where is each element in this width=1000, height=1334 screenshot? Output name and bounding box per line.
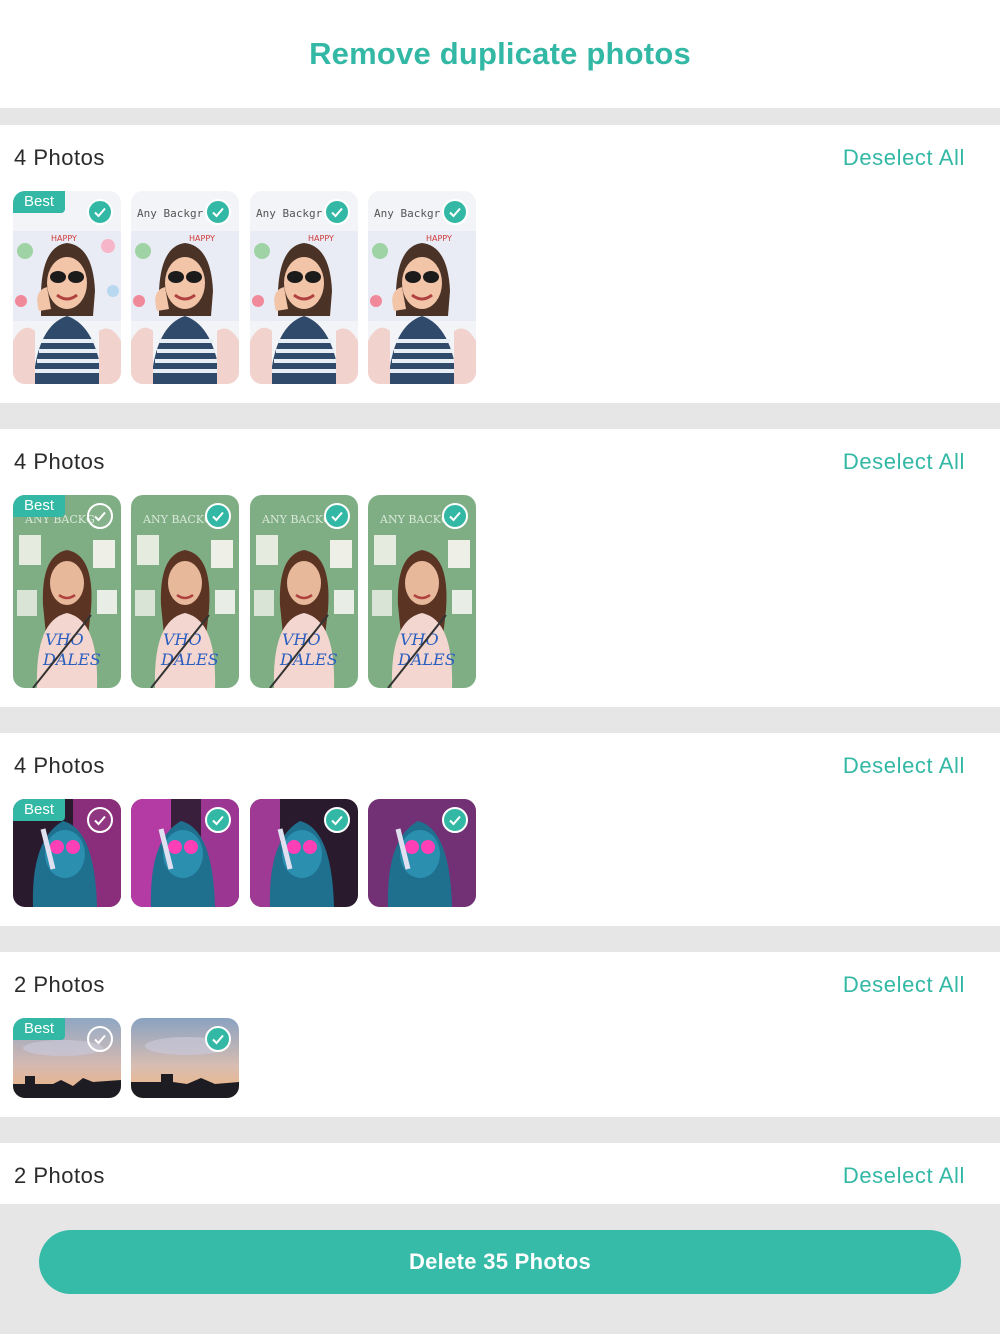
- selected-check-icon[interactable]: [205, 1026, 231, 1052]
- photo-thumbnail[interactable]: Best: [13, 799, 121, 907]
- selected-check-icon[interactable]: [324, 807, 350, 833]
- photo-text: Any Backgr: [137, 207, 204, 220]
- duplicate-group-3: 4 Photos Deselect All Best: [0, 733, 1000, 926]
- photo-text: ANY BACKG: [142, 513, 213, 526]
- deselect-all-button[interactable]: Deselect All: [843, 972, 965, 998]
- page-title: Remove duplicate photos: [309, 36, 691, 71]
- unselected-check-icon[interactable]: [87, 807, 113, 833]
- selected-check-icon[interactable]: [87, 199, 113, 225]
- photo-thumbnail[interactable]: [131, 799, 239, 907]
- selected-check-icon[interactable]: [442, 503, 468, 529]
- photo-thumbnail[interactable]: Best: [13, 1018, 121, 1098]
- photo-thumbnail[interactable]: [250, 799, 358, 907]
- duplicate-group-2: 4 Photos Deselect All ANY BACKG VHO DALE…: [0, 429, 1000, 707]
- best-badge: Best: [13, 799, 66, 821]
- group-photo-count: 4 Photos: [14, 753, 105, 778]
- photo-thumbnail[interactable]: Any Backgr HAPPY: [131, 191, 239, 384]
- delete-photos-button[interactable]: Delete 35 Photos: [39, 1230, 961, 1294]
- selected-check-icon[interactable]: [205, 807, 231, 833]
- photo-text: Any Backgr: [256, 207, 323, 220]
- photo-thumbnail[interactable]: Any Backgr HAPPY: [250, 191, 358, 384]
- group-photo-count: 4 Photos: [14, 145, 105, 170]
- unselected-check-icon[interactable]: [87, 503, 113, 529]
- photo-text: HAPPY: [426, 234, 452, 243]
- selected-check-icon[interactable]: [205, 199, 231, 225]
- photo-thumbnail[interactable]: [368, 799, 476, 907]
- deselect-all-button[interactable]: Deselect All: [843, 145, 965, 171]
- best-badge: Best: [13, 495, 66, 517]
- deselect-all-button[interactable]: Deselect All: [843, 449, 965, 475]
- footer-bar: Delete 35 Photos: [0, 1204, 1000, 1334]
- photo-text: HAPPY: [51, 234, 77, 243]
- duplicate-group-5: 2 Photos Deselect All: [0, 1143, 1000, 1204]
- best-badge: Best: [13, 1018, 66, 1040]
- photo-thumbnail[interactable]: ANY BACKG VHO DALES: [368, 495, 476, 688]
- deselect-all-button[interactable]: Deselect All: [843, 753, 965, 779]
- duplicate-group-1: 4 Photos Deselect All HAPPY Best Any Bac…: [0, 125, 1000, 403]
- header-bar: Remove duplicate photos: [0, 0, 1000, 108]
- photo-text: HAPPY: [189, 234, 215, 243]
- selected-check-icon[interactable]: [324, 199, 350, 225]
- selected-check-icon[interactable]: [442, 807, 468, 833]
- photo-thumbnail[interactable]: ANY BACKG VHO DALES: [250, 495, 358, 688]
- photo-text: ANY BACKG: [379, 513, 450, 526]
- duplicate-group-4: 2 Photos Deselect All Best: [0, 952, 1000, 1117]
- selected-check-icon[interactable]: [442, 199, 468, 225]
- photo-thumbnail[interactable]: [131, 1018, 239, 1098]
- photo-thumbnail[interactable]: HAPPY Best: [13, 191, 121, 384]
- photo-text: HAPPY: [308, 234, 334, 243]
- deselect-all-button[interactable]: Deselect All: [843, 1163, 965, 1189]
- selected-check-icon[interactable]: [205, 503, 231, 529]
- photo-thumbnail[interactable]: Any Backgr HAPPY: [368, 191, 476, 384]
- selected-check-icon[interactable]: [324, 503, 350, 529]
- group-photo-count: 2 Photos: [14, 972, 105, 997]
- best-badge: Best: [13, 191, 66, 213]
- unselected-check-icon[interactable]: [87, 1026, 113, 1052]
- photo-text: ANY BACKG: [261, 513, 332, 526]
- photo-text: Any Backgr: [374, 207, 441, 220]
- photo-thumbnail[interactable]: ANY BACKG VHO DALES: [131, 495, 239, 688]
- group-photo-count: 4 Photos: [14, 449, 105, 474]
- photo-thumbnail[interactable]: ANY BACKG VHO DALES Best: [13, 495, 121, 688]
- group-photo-count: 2 Photos: [14, 1163, 105, 1188]
